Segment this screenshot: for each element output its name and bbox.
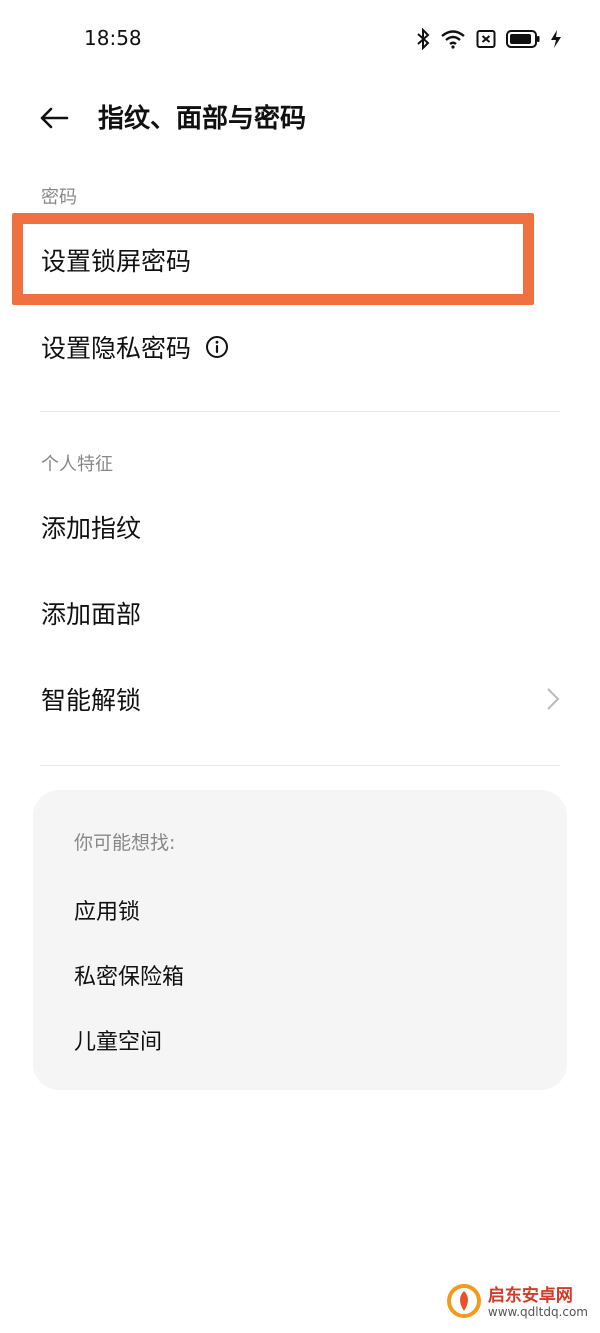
add-face-item[interactable]: 添加面部 bbox=[0, 577, 600, 649]
highlight-box bbox=[12, 213, 534, 305]
item-label: 设置隐私密码 bbox=[41, 334, 192, 363]
info-circle-icon[interactable] bbox=[205, 335, 229, 359]
set-privacy-password-item[interactable]: 设置隐私密码 bbox=[0, 311, 600, 383]
section-label-password: 密码 bbox=[41, 187, 77, 208]
suggestion-private-safe[interactable]: 私密保险箱 bbox=[74, 959, 184, 991]
divider bbox=[40, 765, 560, 766]
page-title: 指纹、面部与密码 bbox=[98, 104, 307, 134]
bluetooth-icon bbox=[416, 28, 430, 50]
item-label: 智能解锁 bbox=[41, 686, 142, 715]
item-label: 添加指纹 bbox=[41, 514, 142, 543]
sim-off-icon bbox=[476, 29, 496, 49]
watermark-text: 启东安卓网 www.qdltdq.com bbox=[488, 1287, 588, 1319]
section-label-biometrics: 个人特征 bbox=[41, 454, 113, 475]
suggestion-app-lock[interactable]: 应用锁 bbox=[74, 894, 140, 926]
suggestions-card: 你可能想找: 应用锁 私密保险箱 儿童空间 bbox=[33, 790, 567, 1090]
status-time: 18:58 bbox=[84, 26, 142, 50]
watermark-url: www.qdltdq.com bbox=[487, 1304, 588, 1319]
back-button[interactable] bbox=[34, 100, 74, 140]
watermark-name: 启东安卓网 bbox=[487, 1286, 573, 1307]
wifi-icon bbox=[440, 29, 466, 49]
charging-icon bbox=[550, 29, 562, 49]
arrow-left-icon bbox=[39, 107, 69, 133]
battery-icon bbox=[506, 29, 540, 49]
add-fingerprint-item[interactable]: 添加指纹 bbox=[0, 491, 600, 563]
divider bbox=[40, 411, 560, 412]
item-label: 添加面部 bbox=[41, 600, 142, 629]
status-icons bbox=[416, 28, 562, 50]
status-bar: 18:58 bbox=[0, 0, 600, 80]
settings-page: 18:58 指纹、面部与密码 密码 设置锁屏密码 设置隐私密码 个人特征 添加指… bbox=[0, 0, 600, 1333]
smart-unlock-item[interactable]: 智能解锁 bbox=[0, 663, 600, 735]
chevron-right-icon bbox=[546, 687, 560, 715]
watermark-logo-icon bbox=[446, 1283, 482, 1323]
watermark: 启东安卓网 www.qdltdq.com bbox=[446, 1283, 588, 1323]
suggestion-kids-space[interactable]: 儿童空间 bbox=[74, 1024, 162, 1056]
suggestions-title: 你可能想找: bbox=[74, 832, 176, 854]
